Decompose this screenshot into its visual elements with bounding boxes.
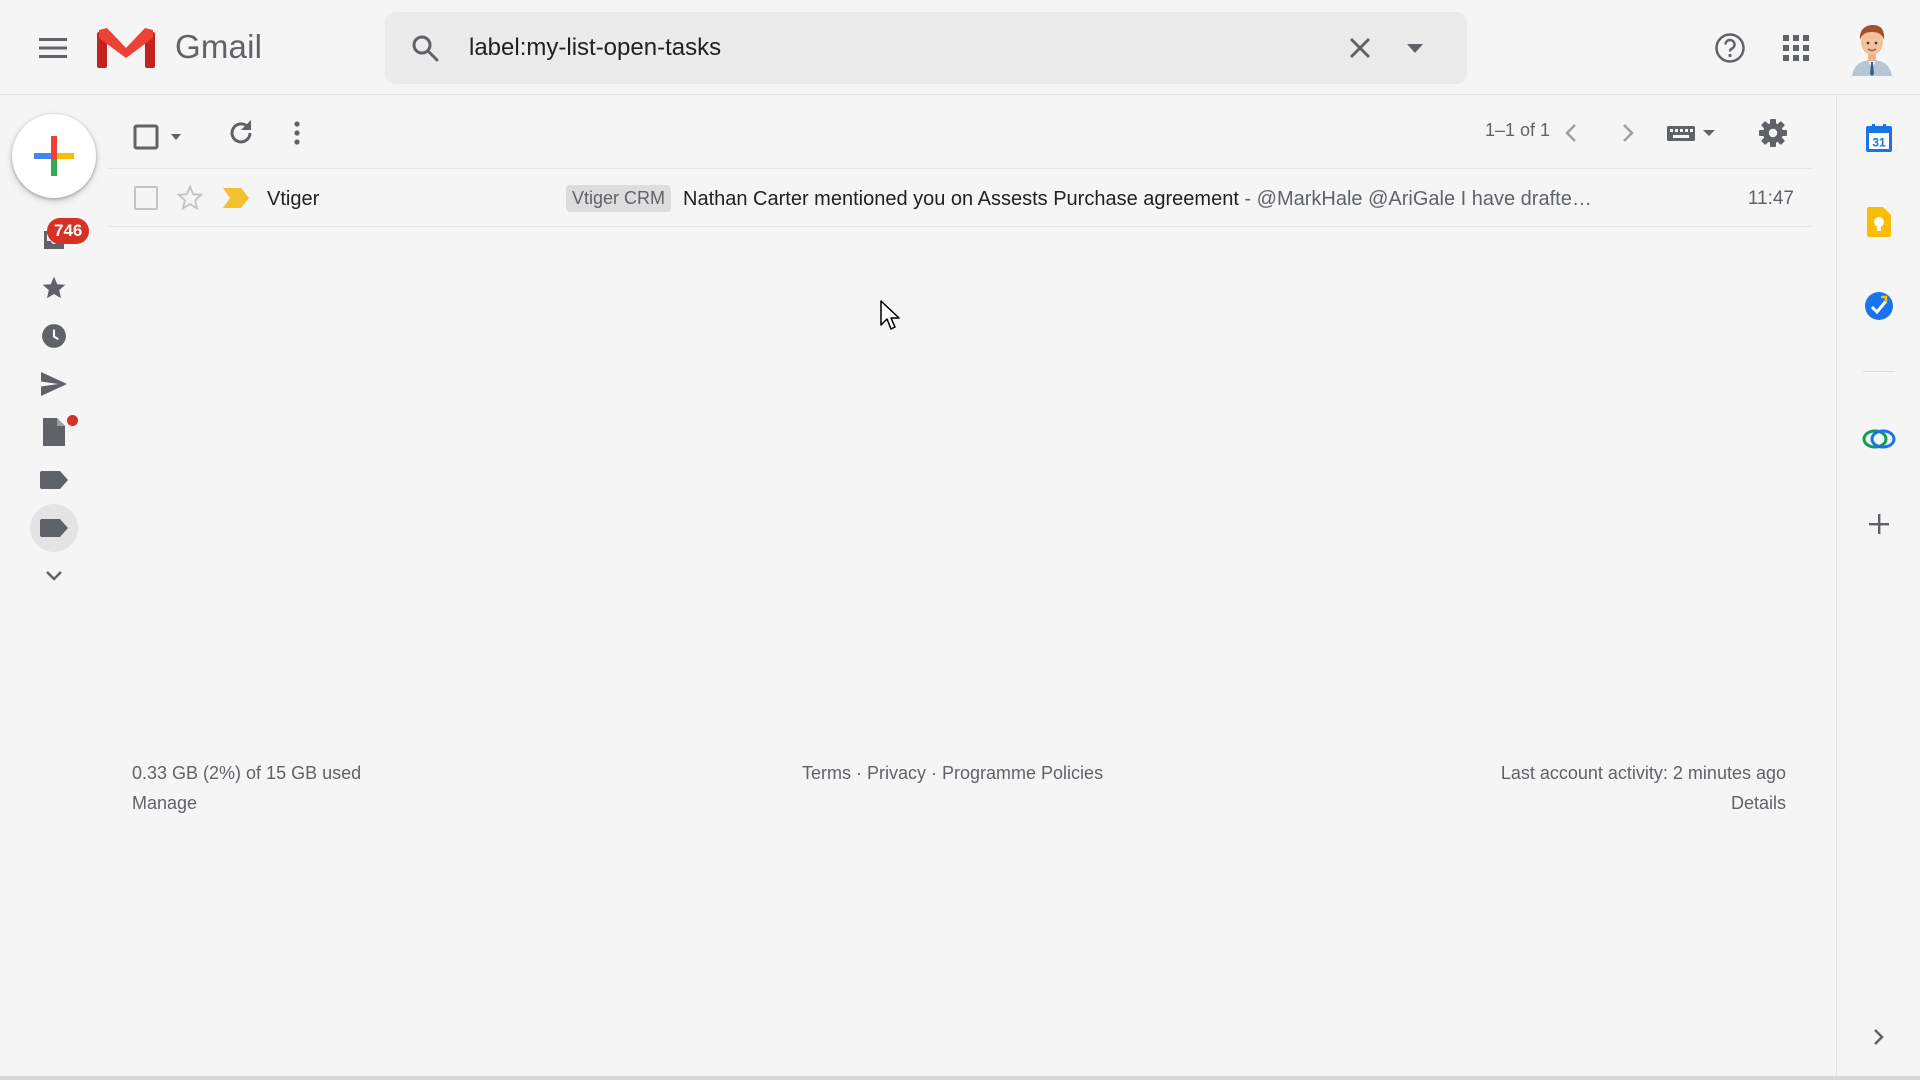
newer-page-button[interactable] [1548, 110, 1594, 156]
inbox-unread-badge: 746 [47, 218, 90, 244]
storage-usage: 0.33 GB (2%) of 15 GB used [132, 763, 362, 783]
caret-down-icon [1407, 43, 1423, 53]
calendar-day: 31 [1872, 136, 1886, 150]
main-menu-button[interactable] [30, 25, 76, 71]
avatar-icon [1852, 25, 1892, 76]
draft-file-icon [43, 418, 65, 446]
gear-icon [1759, 119, 1787, 147]
search-bar [385, 12, 1467, 84]
close-icon [1349, 37, 1371, 59]
chevron-left-icon [1565, 124, 1576, 142]
message-checkbox[interactable] [134, 186, 158, 210]
label-icon [40, 519, 68, 537]
refresh-button[interactable] [218, 110, 264, 156]
clock-icon [42, 324, 66, 348]
footer-separator: · [851, 763, 867, 783]
message-snippet: - @MarkHale @AriGale I have drafte… [1238, 188, 1592, 210]
message-row[interactable]: Vtiger Vtiger CRM Nathan Carter mentione… [108, 168, 1812, 227]
footer-separator: · [926, 763, 943, 783]
cursor-arrow-icon [880, 300, 900, 330]
top-bar: Gmail [0, 0, 1920, 95]
sidebar-item-label[interactable] [30, 456, 78, 504]
older-page-button[interactable] [1605, 110, 1651, 156]
search-options-button[interactable] [1395, 28, 1435, 68]
input-tools-button[interactable] [1665, 110, 1721, 156]
sidebar-more-button[interactable] [30, 552, 78, 600]
star-outline-icon [177, 185, 203, 211]
terms-link[interactable]: Terms [802, 763, 851, 783]
account-avatar[interactable] [1844, 20, 1900, 76]
activity-details-link[interactable]: Details [1680, 793, 1786, 814]
manage-storage-link[interactable]: Manage [132, 793, 197, 814]
select-all-checkbox[interactable] [132, 117, 190, 157]
crm-addon-icon [1862, 429, 1896, 449]
sidebar-item-my-list-open-tasks[interactable] [30, 504, 78, 552]
calendar-icon: 31 [1866, 124, 1892, 152]
clear-search-button[interactable] [1340, 28, 1380, 68]
message-label-chip[interactable]: Vtiger CRM [566, 185, 672, 212]
chevron-right-icon [1623, 124, 1634, 142]
message-subject: Nathan Carter mentioned you on Assests P… [683, 188, 1239, 210]
gmail-logo[interactable]: Gmail [97, 26, 262, 68]
keep-icon [1867, 207, 1891, 237]
crm-addon-button[interactable] [1855, 415, 1903, 463]
hide-side-panel-button[interactable] [1855, 1013, 1903, 1061]
settings-button[interactable] [1750, 110, 1796, 156]
sidebar-item-starred[interactable] [30, 264, 78, 312]
plus-icon [1869, 514, 1889, 534]
keep-addon-button[interactable] [1855, 198, 1903, 246]
checkbox-with-caret-icon [133, 124, 181, 150]
search-input[interactable] [469, 30, 1329, 66]
last-account-activity: Last account activity: 2 minutes ago [1500, 763, 1786, 783]
label-icon [40, 471, 68, 489]
compose-button[interactable] [12, 114, 96, 198]
compose-plus-icon [34, 136, 74, 176]
menu-icon [39, 38, 67, 58]
drafts-notification-dot [67, 415, 78, 426]
app-name: Gmail [175, 28, 263, 65]
mouse-cursor [880, 300, 902, 332]
important-marker-icon [223, 188, 249, 208]
message-subject-snippet: Nathan Carter mentioned you on Assests P… [683, 188, 1753, 211]
refresh-icon [230, 120, 252, 144]
more-actions-button[interactable] [274, 110, 320, 156]
page-count: 1–1 of 1 [1484, 120, 1550, 140]
help-button[interactable] [1706, 24, 1754, 72]
keyboard-icon [1667, 126, 1715, 141]
help-icon [1715, 33, 1745, 63]
calendar-addon-button[interactable]: 31 [1855, 114, 1903, 162]
chevron-down-icon [46, 571, 62, 581]
get-addons-button[interactable] [1855, 500, 1903, 548]
tasks-addon-button[interactable] [1855, 282, 1903, 330]
apps-grid-icon [1783, 35, 1809, 61]
chevron-right-icon [1874, 1029, 1884, 1045]
gmail-m-icon [97, 28, 155, 68]
star-toggle[interactable] [176, 184, 204, 212]
search-icon [412, 35, 439, 62]
side-panel: 31 [1836, 96, 1920, 1080]
sidebar-item-sent[interactable] [30, 360, 78, 408]
importance-marker[interactable] [222, 185, 250, 211]
star-icon [42, 276, 66, 299]
side-panel-divider [1863, 371, 1895, 372]
window-bottom-edge [0, 1076, 1920, 1080]
message-sender: Vtiger [267, 188, 320, 210]
footer-links: Terms · Privacy · Programme Policies [802, 763, 1103, 784]
privacy-link[interactable]: Privacy [867, 763, 926, 783]
tasks-icon [1865, 292, 1893, 320]
search-button[interactable] [405, 28, 445, 68]
more-vert-icon [294, 121, 300, 145]
message-time: 11:47 [1747, 188, 1794, 209]
google-apps-button[interactable] [1772, 24, 1820, 72]
programme-policies-link[interactable]: Programme Policies [942, 763, 1103, 783]
send-icon [41, 372, 67, 396]
sidebar-item-snoozed[interactable] [30, 312, 78, 360]
